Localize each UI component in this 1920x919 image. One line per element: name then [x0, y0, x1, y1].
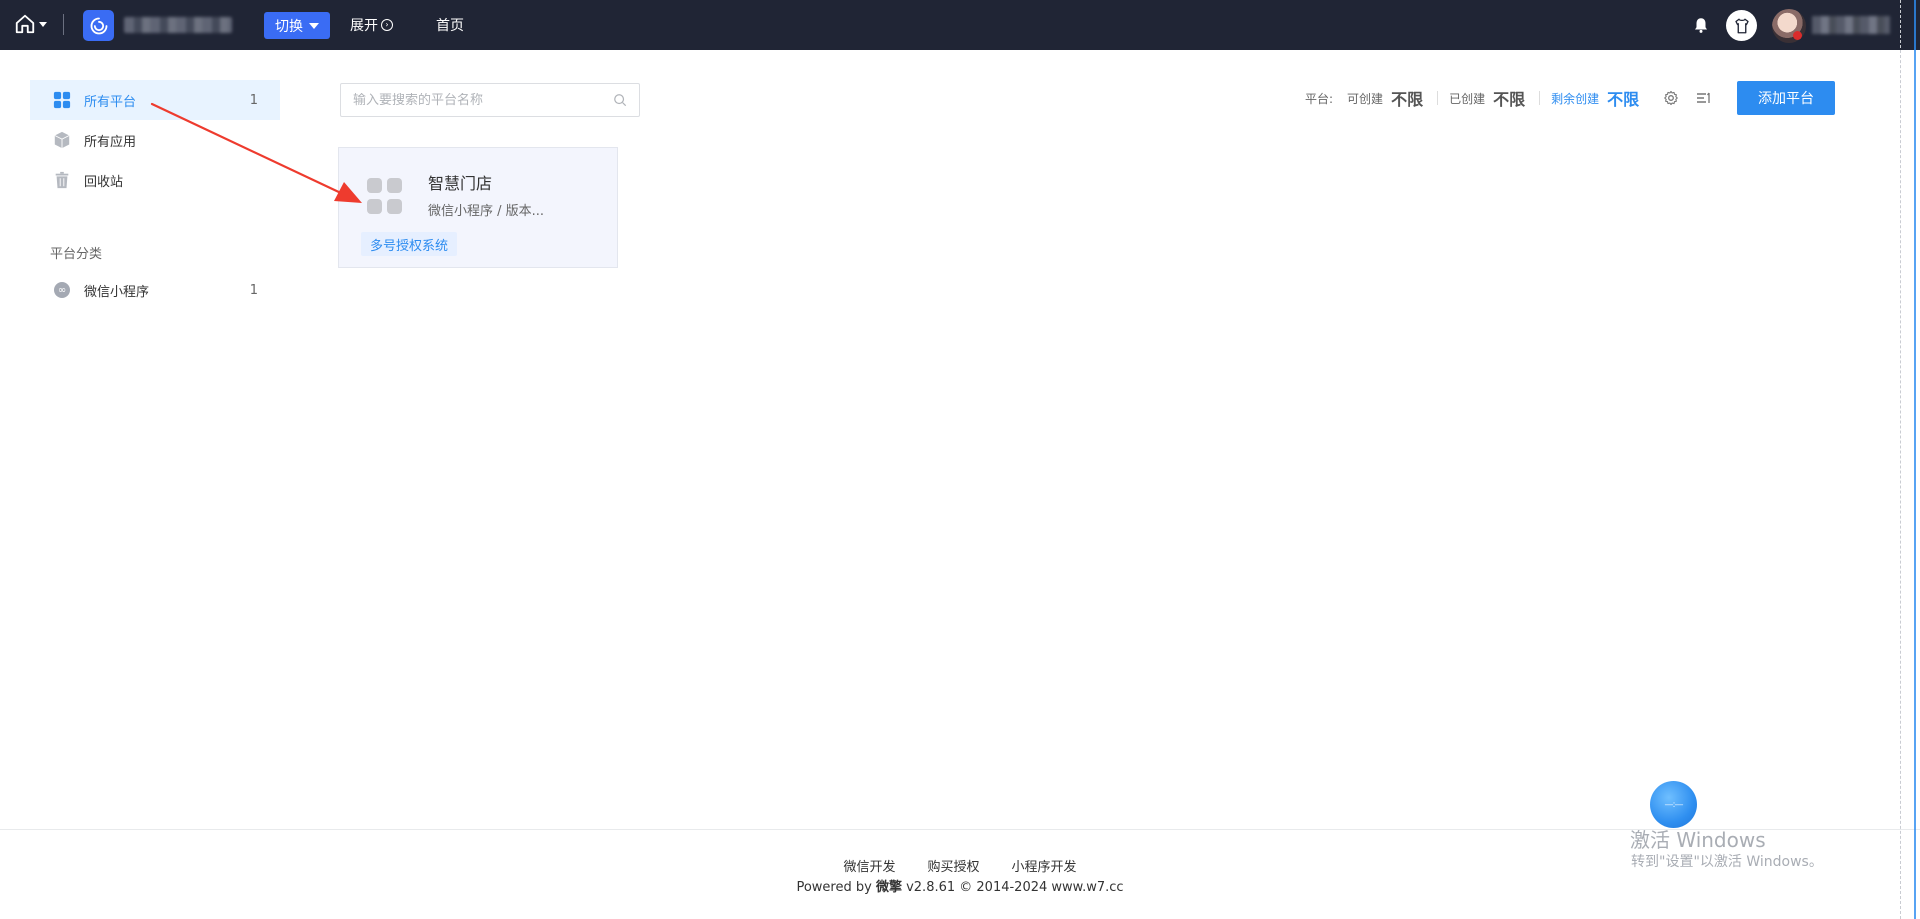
footer-link-buy-license[interactable]: 购买授权: [927, 856, 979, 875]
footer-copyright: Powered by 微擎 v2.8.61 © 2014-2024 www.w7…: [0, 876, 1920, 895]
trash-icon: [52, 170, 72, 190]
cube-icon: [52, 130, 72, 150]
sidebar-item-all-platforms[interactable]: 所有平台 1: [30, 80, 280, 120]
sidebar-item-count: 1: [249, 92, 258, 108]
remaining-value: 不限: [1607, 90, 1640, 109]
sidebar-item-recycle-bin[interactable]: 回收站: [30, 160, 280, 200]
footer-link-mini-program-dev[interactable]: 小程序开发: [1012, 856, 1077, 875]
stats-divider: [1539, 91, 1541, 105]
sidebar-item-wechat-mini-program[interactable]: ∞ 微信小程序 1: [30, 270, 280, 310]
creatable-label: 可创建: [1347, 91, 1384, 106]
sidebar-item-label: 回收站: [84, 174, 124, 190]
creatable-value: 不限: [1391, 90, 1424, 109]
windows-activation-subtitle: 转到"设置"以激活 Windows。: [1631, 854, 1823, 870]
mini-program-icon: ∞: [52, 280, 72, 300]
platform-card-subtitle: 微信小程序 / 版本...: [428, 204, 545, 219]
add-platform-button[interactable]: 添加平台: [1737, 81, 1835, 115]
sort-list-icon[interactable]: [1696, 90, 1712, 106]
brand-logo[interactable]: [83, 10, 114, 41]
copyright-prefix: Powered by: [796, 880, 872, 895]
sidebar-item-count: 1: [249, 282, 258, 298]
user-name-redacted[interactable]: [1812, 16, 1890, 34]
home-nav-link[interactable]: 首页: [436, 15, 464, 35]
copyright-brand: 微擎: [875, 880, 902, 895]
platform-card-title: 智慧门店: [428, 174, 493, 193]
platform-search-box: [340, 83, 640, 117]
caret-down-icon: [309, 22, 319, 29]
platform-card[interactable]: 智慧门店 微信小程序 / 版本... 多号授权系统: [338, 147, 618, 268]
chevron-right-circle-icon: ›: [381, 19, 393, 31]
category-section-title: 平台分类: [50, 247, 103, 262]
screen-edge-bar: [1914, 0, 1916, 919]
search-icon[interactable]: [613, 93, 627, 107]
avatar-badge: [1793, 31, 1802, 40]
brand-name-redacted: [124, 17, 232, 33]
annotation-arrow: [150, 102, 362, 203]
sidebar-item-label: 微信小程序: [84, 284, 150, 300]
screen-edge-guide: [1900, 0, 1901, 919]
sidebar-item-all-apps[interactable]: 所有应用: [30, 120, 280, 160]
top-navbar: 切换 展开 › 首页: [0, 0, 1920, 50]
grid-icon: [52, 90, 72, 110]
created-label: 已创建: [1449, 91, 1486, 106]
windows-activation-title: 激活 Windows: [1630, 828, 1766, 852]
stats-prefix: 平台:: [1305, 91, 1334, 106]
platform-card-tag[interactable]: 多号授权系统: [361, 232, 458, 256]
search-input[interactable]: [353, 92, 613, 108]
home-menu-button[interactable]: [14, 13, 47, 35]
app-placeholder-icon: [367, 178, 403, 214]
created-value: 不限: [1493, 90, 1526, 109]
switch-label: 切换: [275, 18, 303, 35]
topbar-divider: [63, 14, 64, 35]
switch-button[interactable]: 切换: [264, 12, 330, 39]
expand-button[interactable]: 展开 ›: [350, 15, 393, 35]
caret-down-icon: [39, 21, 47, 27]
sidebar-item-label: 所有应用: [84, 134, 137, 150]
swirl-logo-icon: [90, 17, 107, 34]
sidebar: 所有平台 1 所有应用 回收站 平台分类 ∞ 微信小程序 1: [30, 80, 280, 310]
sidebar-item-label: 所有平台: [84, 94, 137, 110]
shirt-icon: [1734, 18, 1749, 33]
stats-divider: [1437, 91, 1439, 105]
expand-label: 展开: [350, 18, 378, 34]
remaining-label: 剩余创建: [1551, 91, 1600, 106]
platform-stats: 平台: 可创建 不限 已创建 不限 剩余创建 不限: [1305, 87, 1653, 109]
bell-icon[interactable]: [1692, 15, 1710, 35]
copyright-suffix: v2.8.61 © 2014-2024 www.w7.cc: [906, 880, 1124, 895]
footer-link-wechat-dev[interactable]: 微信开发: [843, 856, 895, 875]
floating-assistant-ball[interactable]: —:—: [1650, 781, 1697, 828]
house-icon: [15, 14, 35, 34]
gear-icon[interactable]: [1663, 90, 1679, 106]
theme-shirt-button[interactable]: [1726, 10, 1757, 41]
